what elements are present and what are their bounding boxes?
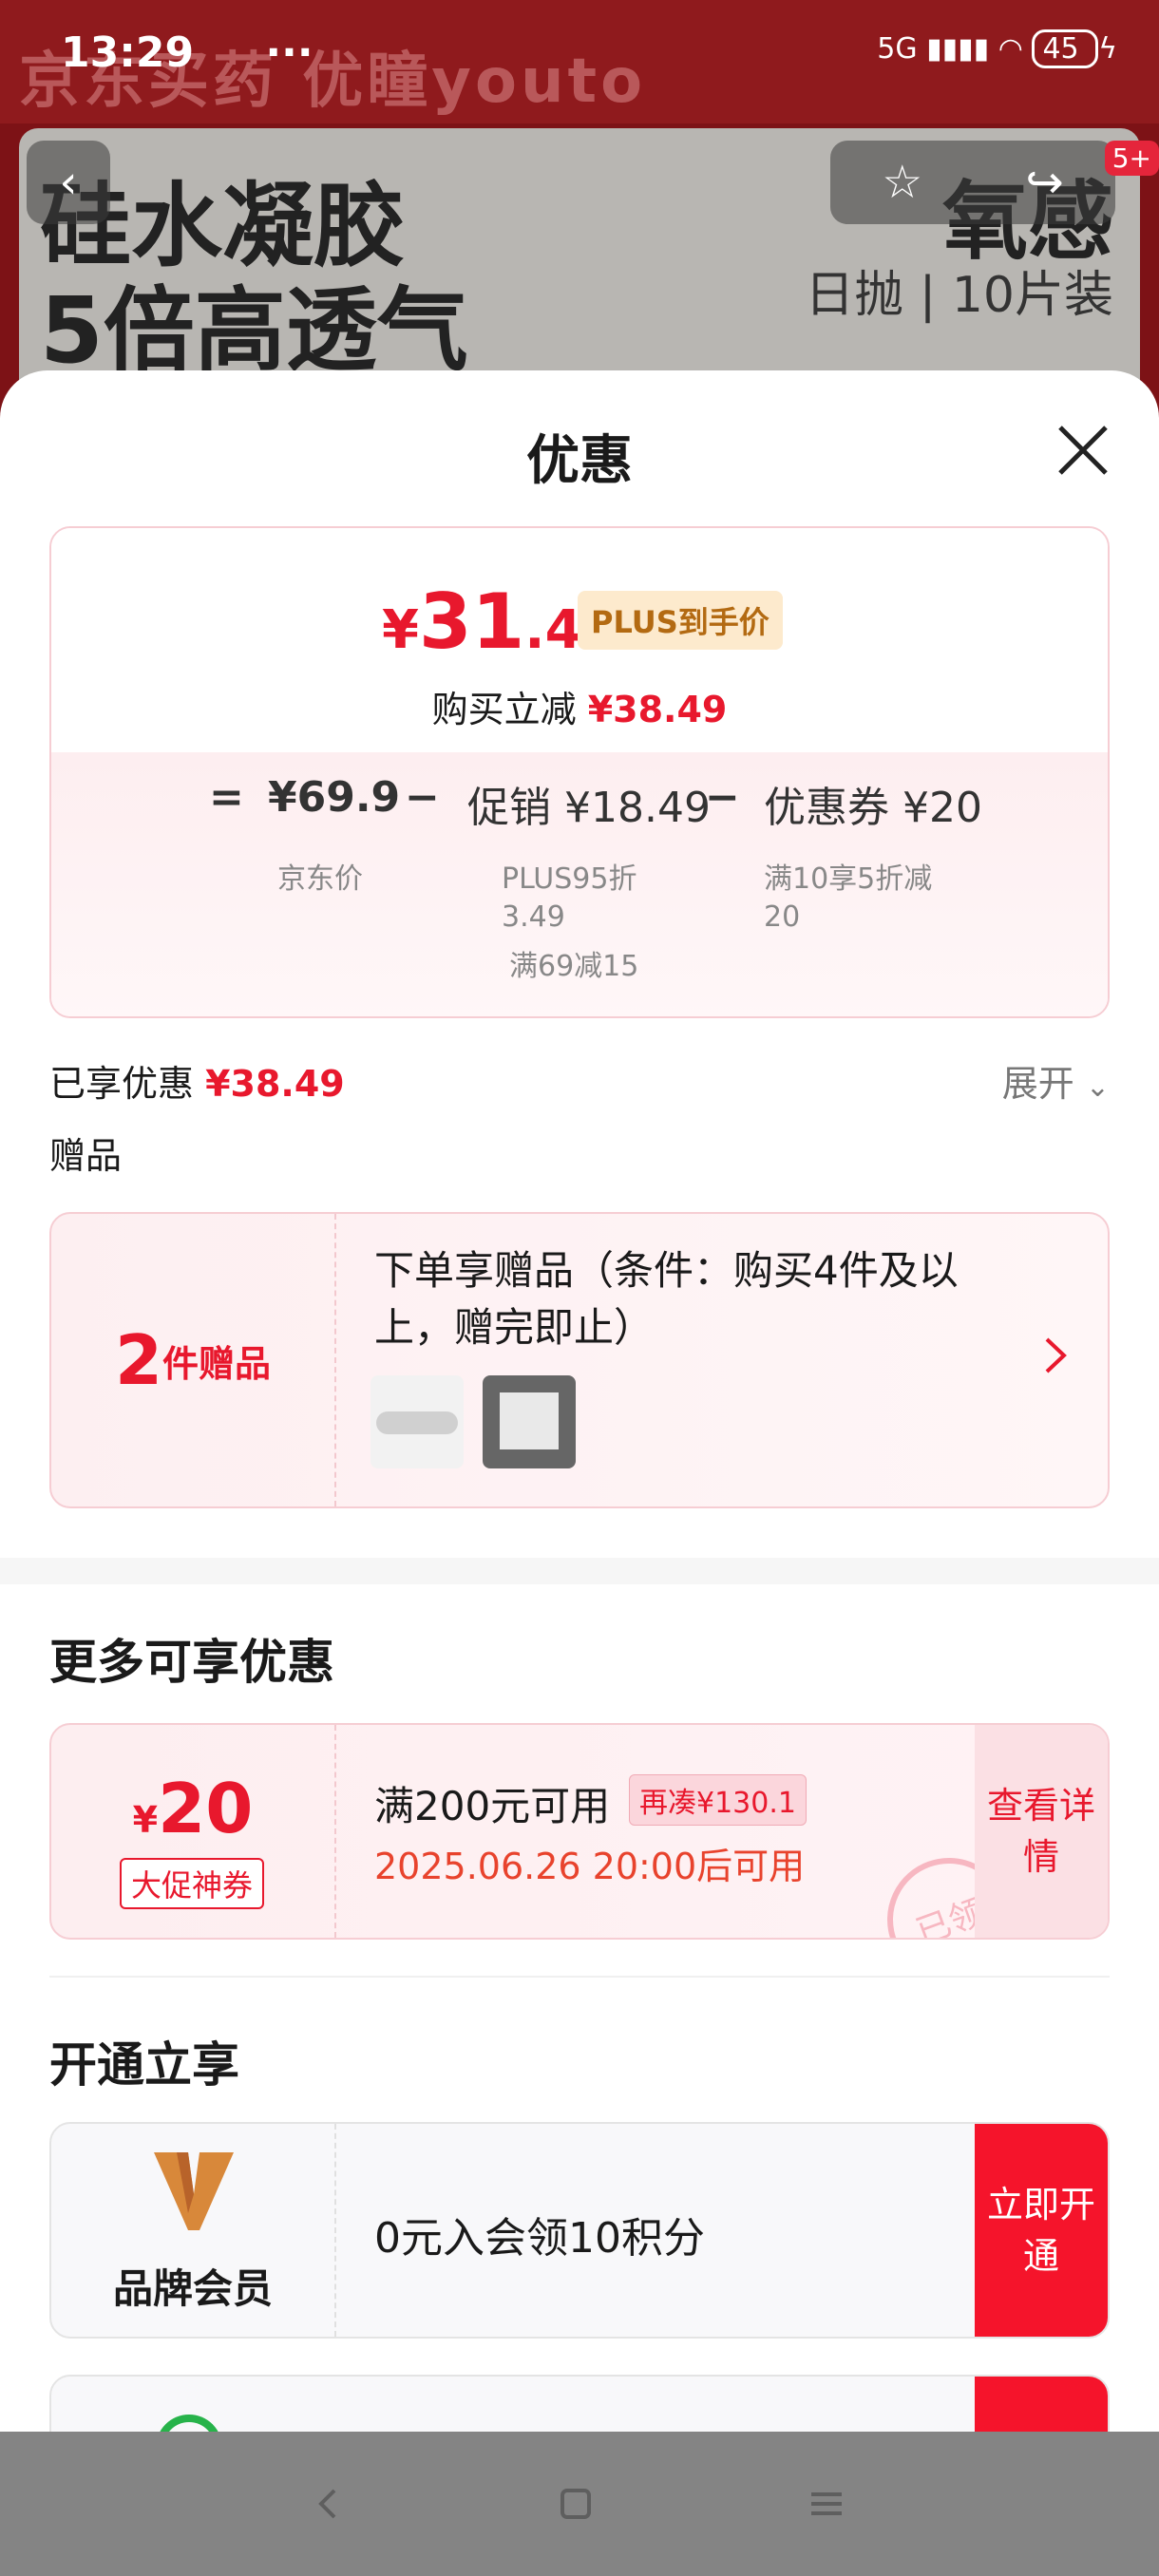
jd-price: ¥69.9 [268,773,401,822]
status-icons: 5G ▮▮▮▮ ◠ 45 ϟ [877,29,1117,68]
gift-section-title: 赠品 [49,1135,123,1177]
gift-thumbnail-1 [370,1375,464,1468]
enjoyed-label: 已享优惠 [49,1063,195,1105]
coupon-value-area: ¥20 大促神券 [51,1725,336,1938]
sheet-title: 优惠 [526,430,633,492]
back-button[interactable]: ‹ [27,141,110,224]
favorite-share-group: ☆ ↪ [830,141,1115,224]
status-dots: ··· [265,28,314,77]
coupon-amount: 优惠券 ¥20 [764,784,982,832]
save-amount: ¥38.49 [587,689,728,730]
more-discounts-title: 更多可享优惠 [49,1635,334,1690]
signal-icon: ▮▮▮▮ [926,32,990,66]
member-name: 品牌会员 [112,2265,273,2312]
coupon-detail-1: 满10享5折减 [764,862,933,896]
star-icon[interactable]: ☆ [882,156,922,209]
coupon-yen: ¥ [132,1799,159,1841]
gift-count: 2 件赠品 [51,1214,336,1506]
nav-home-icon[interactable] [557,2485,595,2523]
final-price-yen: ¥ [382,599,419,661]
promo-detail-1: PLUS95折 [502,862,637,896]
gift-thumbnail-2 [483,1375,576,1468]
enjoyed-amount: ¥38.49 [205,1063,345,1105]
brand-v-logo-icon [154,2152,234,2230]
coupon-type-badge: 大促神券 [120,1858,265,1909]
network-label: 5G [877,32,918,66]
enjoyed-discount: 已享优惠 ¥38.49 [49,1054,345,1107]
chevron-down-icon: ⌄ [1085,1070,1110,1104]
gift-thumb-box [500,1392,559,1449]
member-description: 0元入会领10积分 [374,2214,705,2263]
promo-detail-2: 3.49 [502,900,565,934]
back-icon: ‹ [59,156,78,209]
join-now-button[interactable]: 立即开通 [975,2124,1108,2337]
expand-button[interactable]: 展开 ⌄ [1002,1054,1110,1107]
gift-description: 下单享赠品（条件：购买4件及以上，赠完即止） [374,1247,959,1351]
close-icon[interactable] [1053,420,1113,481]
chevron-right-icon [1045,1337,1067,1373]
benefit-green-icon [156,2415,222,2432]
status-time-text: 13:29 [61,28,195,77]
expand-label: 展开 [1001,1063,1074,1105]
gift-card[interactable]: 2 件赠品 下单享赠品（条件：购买4件及以上，赠完即止） [49,1212,1110,1508]
coupon-value: ¥20 [51,1769,334,1848]
discount-sheet: 优惠 ¥31.41 PLUS到手价 购买立减 ¥38.49 = ¥69.9 京东… [0,370,1159,2432]
minus-sign-2: − [705,773,740,822]
brand-member-card[interactable]: 品牌会员 0元入会领10积分 立即开通 [49,2122,1110,2339]
coupon-card[interactable]: ¥20 大促神券 满200元可用 再凑¥130.1 2025.06.26 20:… [49,1723,1110,1940]
system-nav-bar [0,2432,1159,2576]
battery-icon: 45 [1032,29,1099,68]
section-divider [0,1558,1159,1584]
coupon-amount-number: 20 [158,1769,254,1848]
gift-count-number: 2 [114,1320,163,1400]
coupon-valid-time: 2025.06.26 20:00后可用 [374,1846,806,1887]
member-left: 品牌会员 [51,2124,336,2337]
nav-back-icon[interactable] [310,2485,348,2523]
save-label: 购买立减 [431,689,577,730]
wifi-icon: ◠ [998,32,1023,66]
coupon-detail-2: 20 [764,900,801,934]
banner-headline-2: 5倍高透气 [40,277,468,384]
divider-line [49,1976,1110,1978]
battery-level: 45 [1042,32,1079,66]
minus-sign-1: − [405,773,440,822]
badge-count: 5+ [1104,141,1159,176]
banner-daily-text: 日抛 | 10片装 [805,267,1113,324]
equals-sign: = [209,773,244,822]
jd-price-label: 京东价 [277,862,363,896]
second-benefit-button[interactable] [975,2377,1108,2432]
charging-icon: ϟ [1098,32,1117,66]
gift-thumb-shape [376,1411,458,1434]
share-icon[interactable]: ↪ [1026,156,1064,209]
status-time: 13:29 ··· [61,28,314,77]
gift-count-unit: 件赠品 [162,1342,272,1385]
coupon-gap-badge: 再凑¥130.1 [629,1774,807,1826]
second-benefit-card[interactable] [49,2375,1110,2432]
promo-amount: 促销 ¥18.49 [467,784,711,832]
open-benefits-title: 开通立享 [49,2037,239,2093]
promo-detail-3: 满69减15 [509,950,639,983]
plus-price-tag: PLUS到手价 [578,591,783,650]
save-line: 购买立减 ¥38.49 [51,680,1108,732]
view-details-button[interactable]: 查看详情 [975,1725,1108,1938]
nav-menu-icon[interactable] [808,2485,846,2523]
final-price-int: 31 [418,578,525,666]
price-summary-card: ¥31.41 PLUS到手价 购买立减 ¥38.49 = ¥69.9 京东价 −… [49,526,1110,1018]
coupon-condition: 满200元可用 [374,1783,611,1829]
